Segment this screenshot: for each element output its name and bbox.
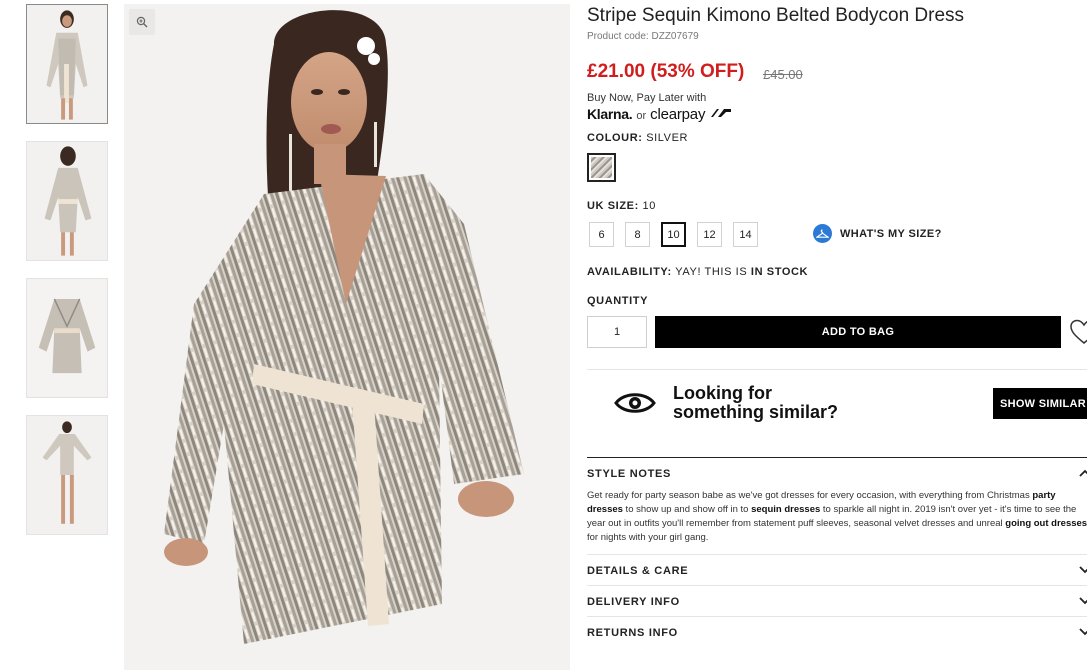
- colour-value: SILVER: [646, 132, 689, 144]
- payment-logos: Klarna. or clearpay: [587, 106, 733, 123]
- accordion-details-care[interactable]: DETAILS & CARE: [587, 565, 1087, 577]
- size-option[interactable]: 12: [697, 222, 722, 247]
- style-notes-content: Get ready for party season babe as we've…: [587, 489, 1087, 545]
- thumbnail-gallery: [26, 4, 108, 552]
- thumbnail-back[interactable]: [26, 141, 108, 261]
- size-value: 10: [642, 200, 656, 212]
- bnpl-text: Buy Now, Pay Later with: [587, 92, 707, 104]
- payment-or: or: [636, 110, 647, 122]
- returns-info-heading: RETURNS INFO: [587, 627, 678, 639]
- availability-row: AVAILABILITY: YAY! THIS IS IN STOCK: [587, 266, 808, 278]
- model-sequin-dress-image: [124, 4, 570, 670]
- accordion-returns-info[interactable]: RETURNS INFO: [587, 627, 1087, 639]
- quantity-label: QUANTITY: [587, 295, 648, 307]
- quantity-label-text: QUANTITY: [587, 295, 649, 307]
- product-title: Stripe Sequin Kimono Belted Bodycon Dres…: [587, 5, 965, 26]
- availability-label: AVAILABILITY:: [587, 266, 672, 278]
- swatch-image: [591, 157, 612, 178]
- divider: [587, 616, 1087, 617]
- details-care-heading: DETAILS & CARE: [587, 565, 689, 577]
- colour-label: COLOUR:: [587, 132, 643, 144]
- thumbnail-front[interactable]: [26, 4, 108, 124]
- similar-line1: Looking for: [673, 383, 772, 403]
- style-notes-text: for nights with your girl gang.: [587, 532, 709, 543]
- hanger-icon: [813, 224, 832, 243]
- zoom-icon: [136, 16, 148, 28]
- thumbnail-flat-image: [27, 279, 107, 397]
- style-notes-heading: STYLE NOTES: [587, 468, 672, 480]
- thumbnail-full-body[interactable]: [26, 415, 108, 535]
- style-notes-text: Get ready for party season babe as we've…: [587, 490, 1033, 501]
- style-notes-text: to show up and show off in to: [622, 504, 752, 515]
- main-product-image[interactable]: [124, 4, 570, 670]
- show-similar-button[interactable]: SHOW SIMILAR: [993, 388, 1087, 419]
- klarna-logo[interactable]: Klarna.: [587, 106, 633, 122]
- going-out-dresses-link[interactable]: going out dresses: [1005, 518, 1087, 529]
- chevron-down-icon: [1079, 597, 1087, 605]
- looking-for-similar-text: Looking for something similar?: [673, 384, 838, 422]
- sequin-dresses-link[interactable]: sequin dresses: [751, 504, 820, 515]
- size-label: UK SIZE:: [587, 200, 639, 212]
- chevron-down-icon: [1079, 628, 1087, 636]
- divider: [587, 369, 1087, 370]
- size-options: 6 8 10 12 14: [589, 222, 758, 247]
- eye-icon: [614, 393, 656, 413]
- divider: [587, 554, 1087, 555]
- size-option[interactable]: 6: [589, 222, 614, 247]
- accordion-delivery-info[interactable]: DELIVERY INFO: [587, 596, 1087, 608]
- divider: [587, 585, 1087, 586]
- accordion-style-notes[interactable]: STYLE NOTES: [587, 468, 1087, 480]
- stock-status: IN STOCK: [750, 266, 809, 278]
- similar-line2: something similar?: [673, 402, 839, 422]
- zoom-button[interactable]: [129, 9, 155, 35]
- size-option-selected[interactable]: 10: [661, 222, 686, 247]
- clearpay-logo[interactable]: clearpay: [650, 106, 733, 123]
- delivery-info-heading: DELIVERY INFO: [587, 596, 680, 608]
- chevron-down-icon: [1079, 566, 1087, 574]
- whats-my-size-label: WHAT'S MY SIZE?: [840, 227, 942, 240]
- add-to-bag-button[interactable]: ADD TO BAG: [655, 316, 1061, 348]
- chevron-up-icon: [1079, 469, 1087, 477]
- thumbnail-back-image: [27, 142, 107, 260]
- availability-text: YAY! THIS IS: [675, 266, 748, 278]
- colour-swatch-silver[interactable]: [587, 153, 616, 182]
- whats-my-size-link[interactable]: WHAT'S MY SIZE?: [813, 224, 942, 243]
- original-price: £45.00: [763, 67, 803, 82]
- divider: [587, 457, 1087, 458]
- clearpay-wordmark: clearpay: [650, 106, 706, 123]
- quantity-input[interactable]: [587, 316, 647, 348]
- clearpay-arrows-icon: [711, 109, 732, 117]
- thumbnail-front-image: [27, 5, 107, 123]
- wishlist-heart-icon[interactable]: [1069, 318, 1087, 346]
- size-label-row: UK SIZE: 10: [587, 200, 656, 212]
- product-code: Product code: DZZ07679: [587, 31, 699, 42]
- thumbnail-full-body-image: [27, 416, 107, 534]
- thumbnail-flat[interactable]: [26, 278, 108, 398]
- sale-price: £21.00 (53% OFF): [587, 61, 745, 82]
- colour-label-row: COLOUR: SILVER: [587, 132, 688, 144]
- size-option[interactable]: 14: [733, 222, 758, 247]
- size-option[interactable]: 8: [625, 222, 650, 247]
